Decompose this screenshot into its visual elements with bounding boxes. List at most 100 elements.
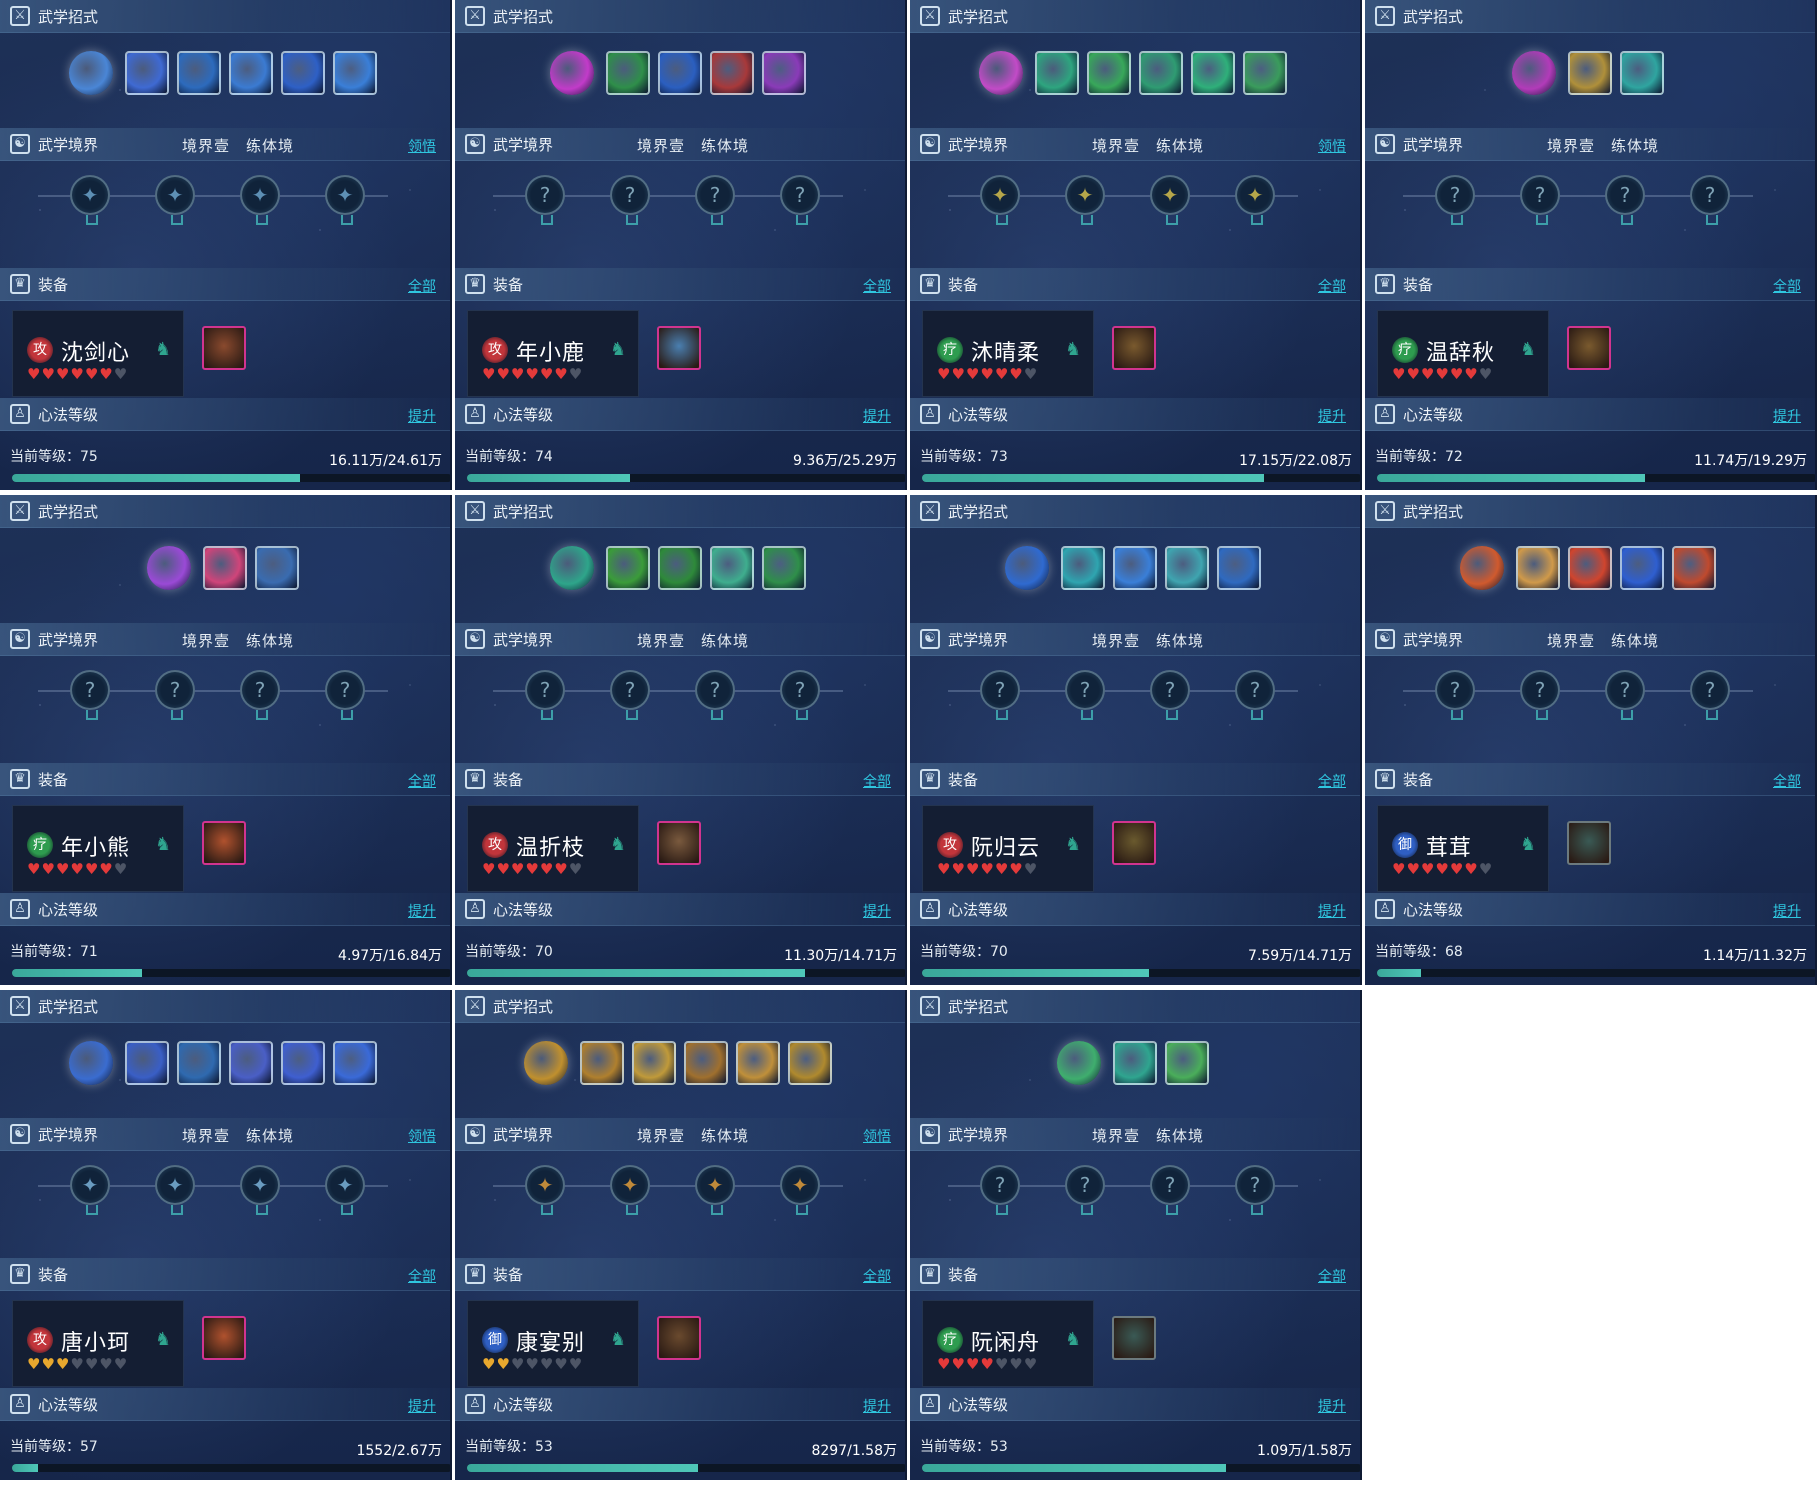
realm-node-icon[interactable]: ✦	[325, 1165, 365, 1215]
equipment-slot[interactable]	[1567, 821, 1611, 865]
skill-icon[interactable]	[710, 546, 754, 590]
character-card[interactable]: 疗 温辞秋 ♞ ♥♥♥♥♥♥♥	[1377, 310, 1549, 397]
main-skill-icon[interactable]	[550, 546, 594, 590]
character-card[interactable]: 攻 沈剑心 ♞ ♥♥♥♥♥♥♥	[12, 310, 184, 397]
upgrade-link[interactable]: 提升	[863, 901, 891, 921]
character-card[interactable]: 御 康宴别 ♞ ♥♥♥♥♥♥♥	[467, 1300, 639, 1387]
realm-node-icon[interactable]: ✦	[70, 175, 110, 225]
locked-realm-node-icon[interactable]: ?	[980, 670, 1020, 720]
skill-icon[interactable]	[229, 51, 273, 95]
locked-realm-node-icon[interactable]: ?	[1235, 670, 1275, 720]
upgrade-link[interactable]: 提升	[408, 1396, 436, 1416]
skill-icon[interactable]	[333, 1041, 377, 1085]
locked-realm-node-icon[interactable]: ?	[1690, 175, 1730, 225]
skill-icon[interactable]	[606, 546, 650, 590]
skill-icon[interactable]	[762, 51, 806, 95]
realm-node-icon[interactable]: ✦	[325, 175, 365, 225]
skill-icon[interactable]	[281, 1041, 325, 1085]
main-skill-icon[interactable]	[550, 51, 594, 95]
skill-icon[interactable]	[1672, 546, 1716, 590]
equipment-slot[interactable]	[202, 821, 246, 865]
realm-node-icon[interactable]: ✦	[780, 1165, 820, 1215]
locked-realm-node-icon[interactable]: ?	[1605, 670, 1645, 720]
locked-realm-node-icon[interactable]: ?	[525, 670, 565, 720]
realm-node-icon[interactable]: ✦	[980, 175, 1020, 225]
main-skill-icon[interactable]	[1005, 546, 1049, 590]
skill-icon[interactable]	[710, 51, 754, 95]
skill-icon[interactable]	[1113, 1041, 1157, 1085]
equipment-slot[interactable]	[202, 1316, 246, 1360]
skill-icon[interactable]	[1516, 546, 1560, 590]
equipment-slot[interactable]	[657, 821, 701, 865]
equip-all-link[interactable]: 全部	[1773, 771, 1801, 791]
skill-icon[interactable]	[333, 51, 377, 95]
skill-icon[interactable]	[762, 546, 806, 590]
realm-node-icon[interactable]: ✦	[695, 1165, 735, 1215]
upgrade-link[interactable]: 提升	[408, 901, 436, 921]
skill-icon[interactable]	[1113, 546, 1157, 590]
locked-realm-node-icon[interactable]: ?	[1605, 175, 1645, 225]
locked-realm-node-icon[interactable]: ?	[780, 175, 820, 225]
skill-icon[interactable]	[1035, 51, 1079, 95]
locked-realm-node-icon[interactable]: ?	[1065, 1165, 1105, 1215]
upgrade-link[interactable]: 提升	[1318, 901, 1346, 921]
skill-icon[interactable]	[1620, 546, 1664, 590]
skill-icon[interactable]	[125, 51, 169, 95]
equip-all-link[interactable]: 全部	[1773, 276, 1801, 296]
character-card[interactable]: 攻 温折枝 ♞ ♥♥♥♥♥♥♥	[467, 805, 639, 892]
locked-realm-node-icon[interactable]: ?	[240, 670, 280, 720]
upgrade-link[interactable]: 提升	[1773, 406, 1801, 426]
skill-icon[interactable]	[125, 1041, 169, 1085]
locked-realm-node-icon[interactable]: ?	[1150, 1165, 1190, 1215]
locked-realm-node-icon[interactable]: ?	[155, 670, 195, 720]
main-skill-icon[interactable]	[147, 546, 191, 590]
equipment-slot[interactable]	[1112, 821, 1156, 865]
main-skill-icon[interactable]	[1057, 1041, 1101, 1085]
realm-node-icon[interactable]: ✦	[240, 175, 280, 225]
character-card[interactable]: 疗 沐晴柔 ♞ ♥♥♥♥♥♥♥	[922, 310, 1094, 397]
equipment-slot[interactable]	[1567, 326, 1611, 370]
realm-node-icon[interactable]: ✦	[155, 175, 195, 225]
main-skill-icon[interactable]	[524, 1041, 568, 1085]
locked-realm-node-icon[interactable]: ?	[1065, 670, 1105, 720]
upgrade-link[interactable]: 提升	[1318, 406, 1346, 426]
comprehend-link[interactable]: 领悟	[408, 1126, 436, 1146]
upgrade-link[interactable]: 提升	[408, 406, 436, 426]
equip-all-link[interactable]: 全部	[1318, 771, 1346, 791]
realm-node-icon[interactable]: ✦	[155, 1165, 195, 1215]
equip-all-link[interactable]: 全部	[863, 771, 891, 791]
equipment-slot[interactable]	[657, 326, 701, 370]
skill-icon[interactable]	[1568, 51, 1612, 95]
upgrade-link[interactable]: 提升	[1773, 901, 1801, 921]
skill-icon[interactable]	[281, 51, 325, 95]
equip-all-link[interactable]: 全部	[408, 1266, 436, 1286]
locked-realm-node-icon[interactable]: ?	[610, 670, 650, 720]
character-card[interactable]: 攻 唐小珂 ♞ ♥♥♥♥♥♥♥	[12, 1300, 184, 1387]
equip-all-link[interactable]: 全部	[408, 771, 436, 791]
equip-all-link[interactable]: 全部	[408, 276, 436, 296]
main-skill-icon[interactable]	[1460, 546, 1504, 590]
main-skill-icon[interactable]	[1512, 51, 1556, 95]
character-card[interactable]: 疗 阮闲舟 ♞ ♥♥♥♥♥♥♥	[922, 1300, 1094, 1387]
equip-all-link[interactable]: 全部	[863, 1266, 891, 1286]
skill-icon[interactable]	[1061, 546, 1105, 590]
locked-realm-node-icon[interactable]: ?	[70, 670, 110, 720]
skill-icon[interactable]	[1217, 546, 1261, 590]
skill-icon[interactable]	[255, 546, 299, 590]
realm-node-icon[interactable]: ✦	[240, 1165, 280, 1215]
skill-icon[interactable]	[1165, 1041, 1209, 1085]
locked-realm-node-icon[interactable]: ?	[1520, 175, 1560, 225]
character-card[interactable]: 攻 年小鹿 ♞ ♥♥♥♥♥♥♥	[467, 310, 639, 397]
skill-icon[interactable]	[658, 546, 702, 590]
locked-realm-node-icon[interactable]: ?	[1435, 175, 1475, 225]
character-card[interactable]: 攻 阮归云 ♞ ♥♥♥♥♥♥♥	[922, 805, 1094, 892]
skill-icon[interactable]	[658, 51, 702, 95]
character-card[interactable]: 御 茸茸 ♞ ♥♥♥♥♥♥♥	[1377, 805, 1549, 892]
locked-realm-node-icon[interactable]: ?	[780, 670, 820, 720]
main-skill-icon[interactable]	[69, 1041, 113, 1085]
locked-realm-node-icon[interactable]: ?	[525, 175, 565, 225]
main-skill-icon[interactable]	[979, 51, 1023, 95]
locked-realm-node-icon[interactable]: ?	[1520, 670, 1560, 720]
skill-icon[interactable]	[177, 51, 221, 95]
equipment-slot[interactable]	[202, 326, 246, 370]
